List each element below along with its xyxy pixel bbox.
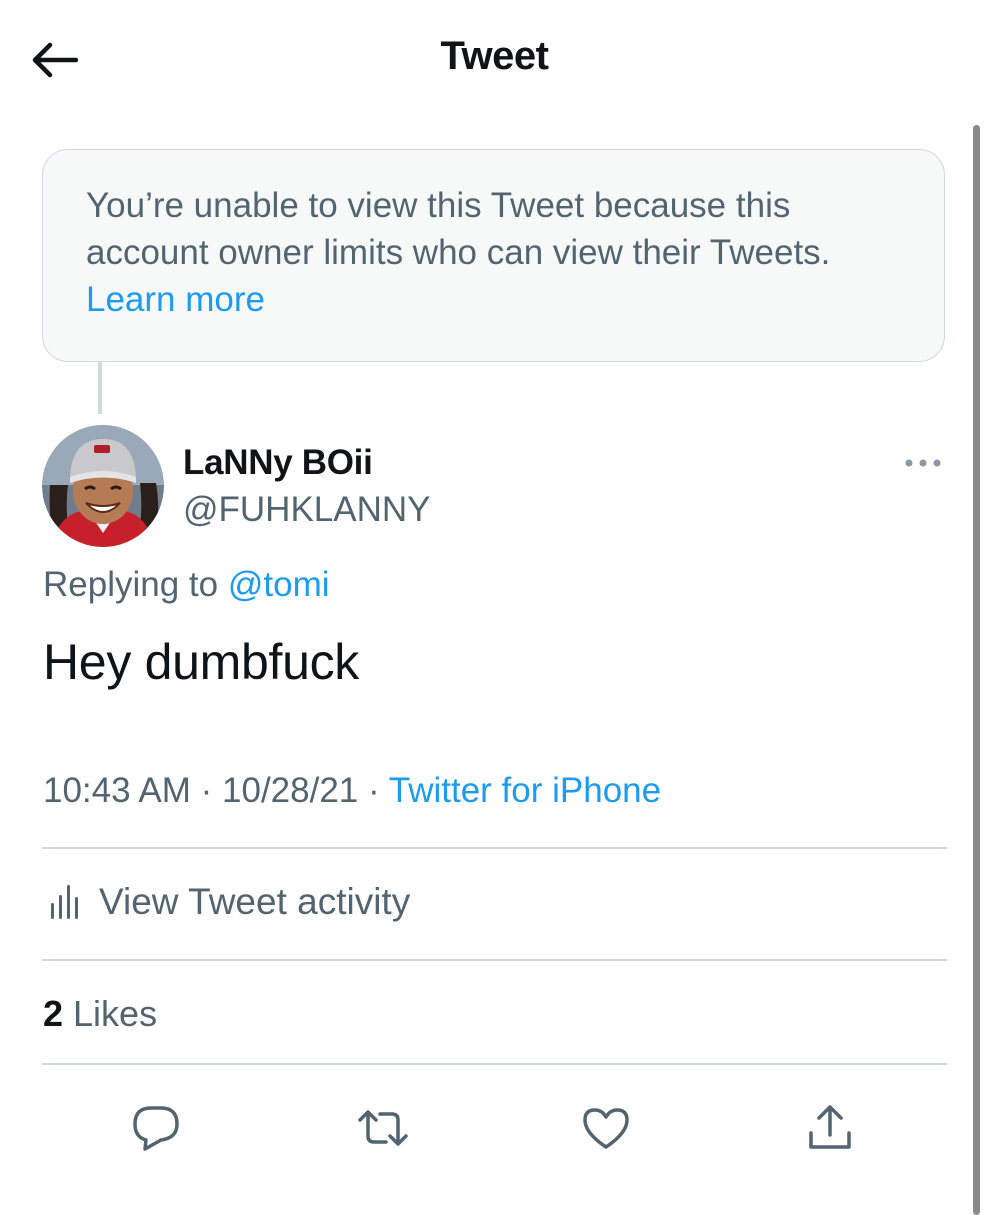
heart-icon bbox=[583, 1108, 629, 1149]
reply-button[interactable] bbox=[128, 1100, 184, 1156]
retweet-icon bbox=[358, 1110, 408, 1146]
tweet-text: Hey dumbfuck bbox=[43, 634, 359, 690]
divider bbox=[42, 1063, 947, 1065]
likes-count[interactable]: 2 Likes bbox=[43, 993, 157, 1035]
replying-prefix: Replying to bbox=[43, 565, 219, 604]
page-title: Tweet bbox=[440, 34, 549, 78]
likes-number: 2 bbox=[43, 993, 64, 1034]
more-options-button[interactable] bbox=[896, 448, 950, 478]
reply-bubble-icon bbox=[133, 1106, 179, 1151]
meta-separator: · bbox=[200, 771, 213, 810]
thread-connector-line bbox=[98, 362, 102, 414]
scrollbar[interactable] bbox=[973, 125, 980, 1215]
author-display-name[interactable]: LaNNy BOii bbox=[183, 443, 373, 483]
replying-to-mention[interactable]: @tomi bbox=[228, 565, 330, 604]
author-handle[interactable]: @FUHKLANNY bbox=[183, 490, 431, 530]
tweet-source-link[interactable]: Twitter for iPhone bbox=[389, 771, 661, 810]
avatar[interactable] bbox=[42, 425, 164, 547]
learn-more-link[interactable]: Learn more bbox=[86, 280, 265, 319]
tweet-meta: 10:43 AM · 10/28/21 · Twitter for iPhone bbox=[43, 771, 661, 811]
share-button[interactable] bbox=[802, 1100, 858, 1156]
avatar-photo bbox=[42, 425, 164, 547]
notice-text: You’re unable to view this Tweet because… bbox=[86, 186, 831, 272]
divider bbox=[42, 959, 947, 961]
tweet-date[interactable]: 10/28/21 bbox=[222, 771, 358, 810]
view-tweet-activity-button[interactable]: View Tweet activity bbox=[43, 876, 410, 928]
tweet-time[interactable]: 10:43 AM bbox=[43, 771, 191, 810]
share-icon bbox=[809, 1105, 851, 1149]
more-horizontal-icon bbox=[905, 459, 941, 467]
analytics-bars-icon bbox=[51, 885, 78, 919]
likes-label: Likes bbox=[73, 993, 158, 1034]
meta-separator: · bbox=[368, 771, 380, 810]
retweet-button[interactable] bbox=[355, 1100, 411, 1156]
like-button[interactable] bbox=[578, 1100, 634, 1156]
view-tweet-activity-label: View Tweet activity bbox=[99, 881, 411, 922]
replying-to: Replying to @tomi bbox=[43, 565, 330, 605]
divider bbox=[42, 847, 947, 849]
restricted-tweet-notice: You’re unable to view this Tweet because… bbox=[42, 149, 945, 362]
